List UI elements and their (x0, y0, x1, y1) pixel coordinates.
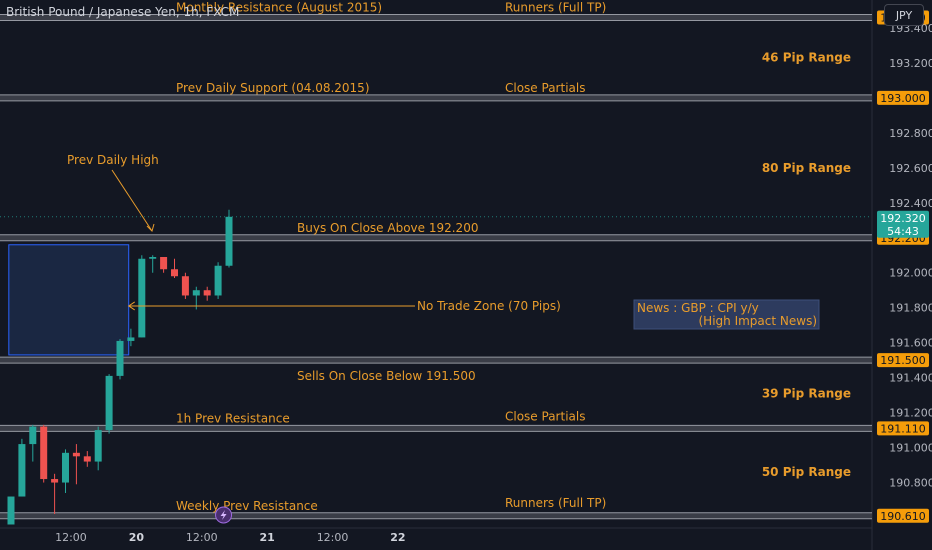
candle-down (72, 452, 80, 457)
price-tick-label: 191.600 (889, 337, 932, 350)
level-label-left: Weekly Prev Resistance (176, 499, 318, 513)
candle-down (181, 276, 189, 296)
last-price-value: 192.320 (880, 212, 926, 225)
level-band (0, 512, 872, 519)
candle-down (51, 479, 59, 483)
level-price-badge-text: 191.500 (880, 354, 926, 367)
level-price-badge-text: 190.610 (880, 510, 926, 523)
prev-daily-high-label: Prev Daily High (67, 153, 159, 167)
time-tick-label: 21 (259, 531, 274, 544)
level-price-badge-text: 191.110 (880, 422, 926, 435)
level-band (0, 94, 872, 101)
pip-range-label: 46 Pip Range (762, 51, 851, 65)
news-line-2: (High Impact News) (699, 314, 818, 328)
level-label-right: Runners (Full TP) (505, 496, 606, 510)
level-band (0, 234, 872, 241)
level-band (0, 425, 872, 432)
news-line-1: News : GBP : CPI y/y (637, 301, 759, 315)
price-tick-label: 192.000 (889, 267, 932, 280)
time-tick-label: 12:00 (186, 531, 218, 544)
price-tick-label: 191.800 (889, 302, 932, 315)
candle-up (62, 452, 69, 483)
pip-range-label: 39 Pip Range (762, 386, 851, 400)
level-label-right: Close Partials (505, 409, 585, 423)
level-band (0, 357, 872, 364)
level-label-right: Runners (Full TP) (505, 0, 606, 14)
candle-down (160, 257, 168, 270)
last-price-countdown: 54:43 (887, 225, 919, 238)
candle-down (171, 269, 178, 277)
level-label-left: Prev Daily Support (04.08.2015) (176, 81, 370, 95)
candle-up (18, 444, 26, 497)
price-tick-label: 192.800 (889, 127, 932, 140)
price-tick-label: 192.400 (889, 197, 932, 210)
price-tick-label: 190.800 (889, 477, 932, 490)
price-tick-label: 192.600 (889, 162, 932, 175)
pip-range-label: 50 Pip Range (762, 465, 851, 479)
time-tick-label: 20 (129, 531, 145, 544)
currency-button[interactable]: JPY (884, 4, 924, 26)
symbol-title: British Pound / Japanese Yen, 1h, FXCM (6, 5, 240, 19)
level-label-right: Close Partials (505, 81, 585, 95)
candle-up (214, 265, 222, 296)
candle-up (149, 257, 157, 259)
pip-range-label: 80 Pip Range (762, 161, 851, 175)
candle-up (29, 426, 37, 445)
no-trade-zone-label: No Trade Zone (70 Pips) (417, 299, 561, 313)
no-trade-zone (8, 244, 130, 356)
candle-up (116, 340, 124, 376)
time-tick-label: 12:00 (55, 531, 87, 544)
candle-up (127, 337, 135, 341)
candle-up (225, 216, 233, 266)
candle-down (40, 426, 48, 480)
candle-down (83, 456, 91, 462)
level-label-left: 1h Prev Resistance (176, 411, 290, 425)
candle-down (203, 290, 211, 296)
price-tick-label: 193.200 (889, 57, 932, 70)
price-tick-label: 191.000 (889, 442, 932, 455)
candle-up (7, 496, 15, 525)
candle-up (192, 290, 200, 296)
time-tick-label: 22 (390, 531, 405, 544)
candle-up (138, 258, 146, 338)
level-label-left: Buys On Close Above 192.200 (297, 221, 478, 235)
candle-up (105, 375, 113, 431)
candle-up (94, 430, 102, 462)
price-tick-label: 191.400 (889, 372, 932, 385)
price-tick-label: 191.200 (889, 407, 932, 420)
level-price-badge-text: 193.000 (880, 92, 926, 105)
time-tick-label: 12:00 (317, 531, 349, 544)
chart[interactable]: Monthly Resistance (August 2015) Runners … (0, 0, 932, 550)
level-label-left: Sells On Close Below 191.500 (297, 369, 476, 383)
